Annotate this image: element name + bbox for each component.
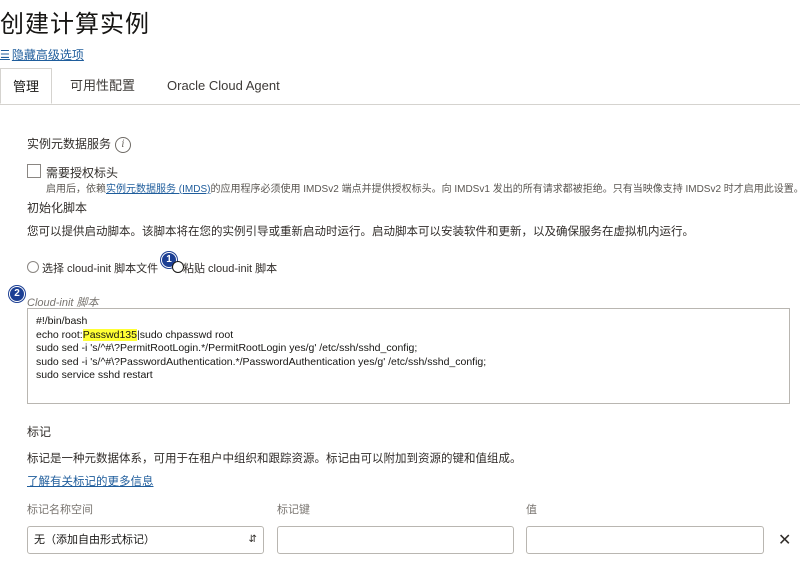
script-line-1: #!/bin/bash — [36, 315, 88, 327]
tag-key-label: 标记键 — [277, 504, 310, 516]
tags-heading: 标记 — [27, 425, 52, 439]
tab-management[interactable]: 管理 — [0, 68, 53, 104]
script-password-highlight: Passwd135 — [82, 328, 137, 341]
radio-choose-script-file[interactable] — [27, 261, 39, 273]
imds-help-after: 的应用程序必须使用 IMDSv2 端点并提供授权标头。向 IMDSv1 发出的所… — [210, 184, 800, 195]
script-line-3: sudo sed -i 's/^#\?PermitRootLogin.*/Per… — [36, 342, 418, 354]
tag-namespace-selected: 无（添加自由形式标记） — [34, 534, 155, 546]
init-script-description: 您可以提供启动脚本。该脚本将在您的实例引导或重新启动时运行。启动脚本可以安装软件… — [27, 226, 694, 238]
imds-heading: 实例元数据服务 i — [27, 135, 132, 153]
hide-advanced-options-label: 隐藏高级选项 — [11, 48, 84, 62]
script-line-2-post: |sudo chpasswd root — [137, 328, 234, 341]
cloud-init-script-textarea[interactable]: #!/bin/bash echo root:Passwd135|sudo chp… — [27, 308, 790, 404]
list-icon: ☰ — [0, 49, 10, 61]
radio-choose-script-file-label: 选择 cloud-init 脚本文件 — [42, 263, 159, 275]
info-icon[interactable]: i — [115, 136, 132, 153]
script-line-2-pre: echo root: — [36, 328, 83, 341]
tab-bar: 管理 可用性配置 Oracle Cloud Agent — [0, 68, 800, 105]
require-auth-header-label: 需要授权标头 — [46, 166, 119, 180]
script-line-2: echo root:Passwd135|sudo chpasswd root — [36, 328, 781, 343]
chevron-updown-icon: ⇵ — [248, 534, 257, 545]
imds-help-before: 启用后，依赖 — [46, 184, 106, 195]
hide-advanced-options-link[interactable]: ☰ 隐藏高级选项 — [0, 46, 84, 63]
tag-key-input[interactable] — [277, 526, 514, 554]
tab-oracle-cloud-agent[interactable]: Oracle Cloud Agent — [167, 68, 280, 104]
script-line-5: sudo service sshd restart — [36, 369, 153, 381]
tag-namespace-label: 标记名称空间 — [27, 504, 93, 516]
tag-namespace-select[interactable]: 无（添加自由形式标记） ⇵ — [27, 526, 264, 554]
page-title: 创建计算实例 — [0, 11, 150, 38]
tag-value-input[interactable] — [526, 526, 764, 554]
require-auth-header-checkbox[interactable] — [27, 164, 41, 178]
radio-paste-script-label: 粘贴 cloud-init 脚本 — [183, 263, 278, 275]
imds-help-link[interactable]: 实例元数据服务 (IMDS) — [106, 184, 210, 195]
tags-description: 标记是一种元数据体系，可用于在租户中组织和跟踪资源。标记由可以附加到资源的键和值… — [27, 453, 522, 465]
init-script-heading: 初始化脚本 — [27, 201, 88, 215]
learn-more-tags-link[interactable]: 了解有关标记的更多信息 — [27, 473, 154, 489]
tag-value-label: 值 — [526, 504, 537, 516]
imds-help-text: 启用后，依赖实例元数据服务 (IMDS)的应用程序必须使用 IMDSv2 端点并… — [46, 180, 800, 195]
tab-availability-config[interactable]: 可用性配置 — [70, 68, 135, 104]
step-badge-2: 2 — [10, 287, 24, 301]
script-line-4: sudo sed -i 's/^#\?PasswordAuthenticatio… — [36, 355, 487, 368]
remove-tag-close-icon[interactable]: ✕ — [778, 530, 791, 550]
imds-heading-text: 实例元数据服务 — [27, 137, 112, 151]
